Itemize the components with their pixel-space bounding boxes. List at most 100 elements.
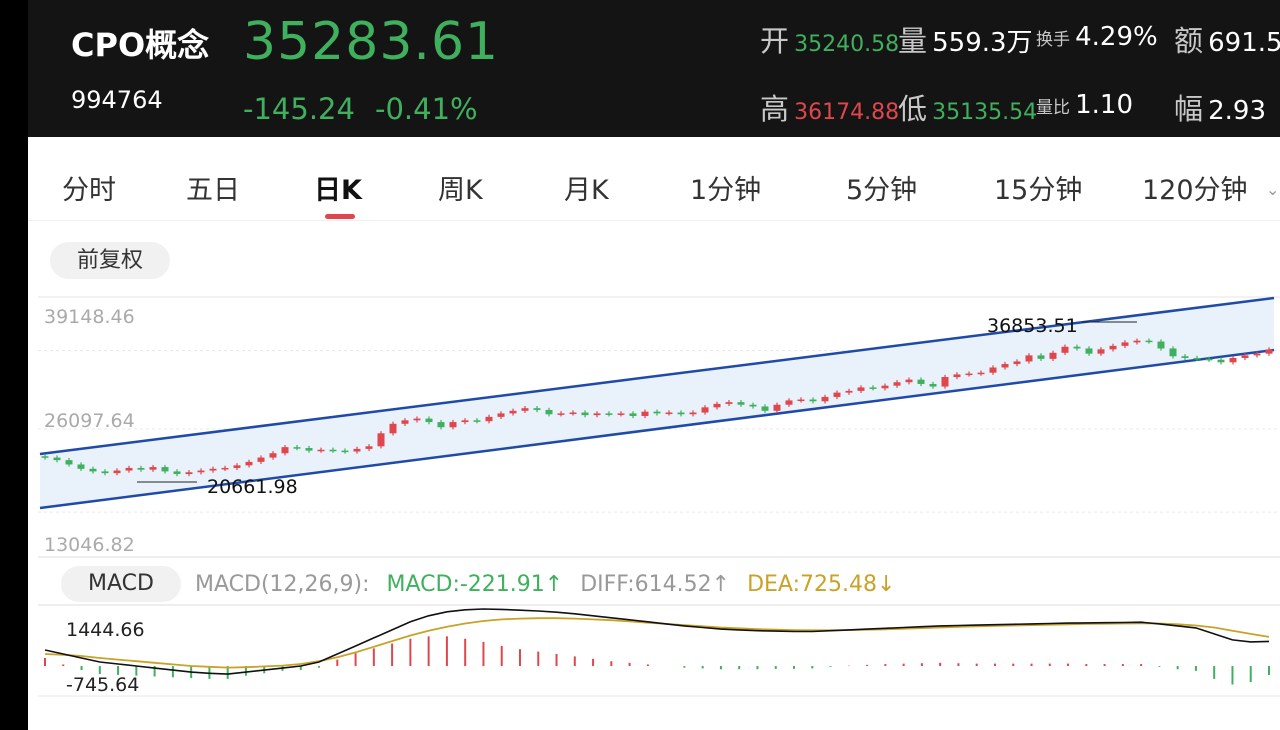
candle-body: [1205, 358, 1213, 361]
candle-body: [293, 447, 301, 449]
tab-timeshare[interactable]: 分时: [62, 168, 116, 207]
candle-body: [473, 420, 481, 422]
candle-body: [401, 420, 409, 424]
stat-high-label: 高: [760, 92, 790, 126]
candle-body: [881, 385, 889, 389]
candle-body: [581, 412, 589, 416]
candle-body: [1085, 348, 1093, 354]
candle-body: [1025, 355, 1033, 362]
candle-body: [449, 422, 457, 428]
stat-low-label: 低: [898, 92, 928, 126]
y-axis-label-mid: 26097.64: [44, 410, 135, 432]
candle-body: [413, 418, 421, 421]
candle-body: [329, 449, 337, 452]
chevron-down-icon[interactable]: ⌄: [1266, 180, 1279, 199]
price-change-percent: -0.41%: [375, 92, 478, 126]
candle-body: [761, 406, 769, 411]
stat-low-value: 35135.54: [932, 100, 1038, 125]
macd-params: MACD(12,26,9):: [195, 572, 370, 597]
macd-value: MACD:-221.91↑: [386, 572, 564, 597]
candle-body: [389, 423, 397, 434]
max-price-label: 36853.51: [987, 315, 1078, 337]
stat-volume-ratio-label: 量比: [1036, 98, 1070, 118]
candle-body: [833, 392, 841, 397]
candle-body: [1073, 346, 1081, 349]
active-tab-indicator: [325, 214, 355, 219]
trend-channel-upper: [39, 296, 1275, 456]
candle-body: [977, 372, 985, 375]
min-price-label: 20661.98: [207, 476, 298, 498]
tab-five-day[interactable]: 五日: [186, 168, 240, 207]
candle-body: [605, 413, 613, 415]
stat-amplitude: 幅 2.93: [1174, 86, 1266, 128]
quote-header: CPO概念 994764 35283.61 -145.24 -0.41% 开 3…: [28, 0, 1280, 137]
candle-body: [317, 449, 325, 452]
dea-line: [44, 617, 1270, 669]
candle-body: [1241, 355, 1249, 358]
candle-body: [713, 403, 721, 408]
tab-120min[interactable]: 120分钟: [1142, 168, 1248, 207]
tab-monthly-k[interactable]: 月K: [564, 168, 609, 207]
candle-body: [1181, 356, 1189, 358]
candle-body: [737, 402, 745, 405]
stat-amount: 额 691.5: [1174, 18, 1280, 60]
macd-indicator-button[interactable]: MACD: [61, 566, 181, 602]
tab-1min[interactable]: 1分钟: [690, 168, 761, 207]
tab-daily-k[interactable]: 日K: [314, 168, 362, 207]
stat-volume-ratio: 量比 1.10: [1036, 90, 1133, 120]
candle-body: [1169, 348, 1177, 357]
candle-body: [665, 412, 673, 415]
candle-body: [1049, 352, 1057, 359]
candle-body: [197, 470, 205, 473]
candle-body: [1229, 357, 1237, 363]
candle-body: [89, 468, 97, 472]
app-frame: CPO概念 994764 35283.61 -145.24 -0.41% 开 3…: [28, 0, 1280, 730]
candle-body: [857, 387, 865, 391]
candle-body: [185, 472, 193, 475]
candle-body: [485, 416, 493, 422]
stat-high-value: 36174.88: [794, 100, 900, 125]
candlestick-chart[interactable]: 39148.46 26097.64 13046.82 36853.51 20661.98: [38, 296, 1280, 558]
candle-body: [797, 399, 805, 402]
candle-body: [101, 471, 109, 474]
candle-body: [257, 457, 265, 462]
candle-body: [677, 412, 685, 415]
candle-body: [701, 407, 709, 413]
candle-body: [545, 409, 553, 415]
candle-body: [161, 467, 169, 472]
stat-open: 开 35240.58: [760, 18, 899, 60]
candle-body: [845, 390, 853, 393]
tab-15min[interactable]: 15分钟: [994, 168, 1082, 207]
candle-body: [77, 464, 85, 469]
macd-y-label-top: 1444.66: [66, 619, 145, 641]
candle-body: [725, 402, 733, 404]
candle-body: [749, 404, 757, 407]
candle-body: [125, 467, 133, 471]
candle-body: [653, 411, 661, 414]
candle-body: [1217, 359, 1225, 363]
stat-amplitude-value: 2.93: [1208, 96, 1266, 126]
candle-body: [245, 461, 253, 466]
macd-chart[interactable]: 1444.66 -745.64: [38, 604, 1280, 704]
stat-volume-ratio-value: 1.10: [1075, 90, 1133, 120]
price-adjust-button[interactable]: 前复权: [50, 242, 170, 279]
candle-body: [965, 373, 973, 376]
candle-body: [1061, 346, 1069, 353]
candle-body: [509, 410, 517, 414]
stat-turnover-value: 4.29%: [1075, 22, 1158, 52]
diff-value: DIFF:614.52↑: [580, 572, 731, 597]
stat-open-label: 开: [760, 24, 790, 58]
candle-body: [425, 418, 433, 423]
candle-body: [593, 413, 601, 416]
candle-body: [41, 456, 49, 458]
candle-body: [305, 448, 313, 451]
tab-5min[interactable]: 5分钟: [846, 168, 917, 207]
tab-weekly-k[interactable]: 周K: [438, 168, 483, 207]
candle-body: [1253, 353, 1261, 356]
candle-body: [1265, 349, 1273, 354]
candle-body: [149, 467, 157, 470]
candle-body: [821, 396, 829, 402]
candle-body: [341, 450, 349, 453]
price-change: -145.24: [243, 92, 355, 126]
candle-body: [689, 412, 697, 415]
